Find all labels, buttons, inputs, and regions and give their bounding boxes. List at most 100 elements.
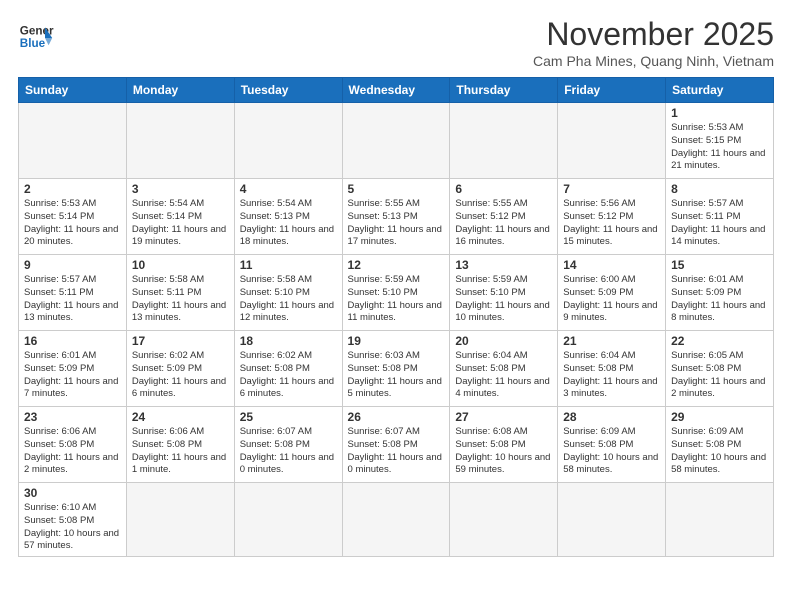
table-row: 20 Sunrise: 6:04 AM Sunset: 5:08 PM Dayli… bbox=[450, 331, 558, 407]
day-info: Sunrise: 5:57 AM Sunset: 5:11 PM Dayligh… bbox=[671, 198, 768, 249]
logo: General Blue bbox=[18, 20, 54, 56]
table-row bbox=[234, 103, 342, 179]
table-row bbox=[126, 483, 234, 557]
day-number: 27 bbox=[455, 410, 552, 424]
day-number: 3 bbox=[132, 182, 229, 196]
table-row: 19 Sunrise: 6:03 AM Sunset: 5:08 PM Dayli… bbox=[342, 331, 450, 407]
day-info: Sunrise: 5:55 AM Sunset: 5:13 PM Dayligh… bbox=[348, 198, 445, 249]
table-row: 12Sunrise: 5:59 AM Sunset: 5:10 PM Dayli… bbox=[342, 255, 450, 331]
day-number: 12 bbox=[348, 258, 445, 272]
day-number: 26 bbox=[348, 410, 445, 424]
header-row: Sunday Monday Tuesday Wednesday Thursday… bbox=[19, 78, 774, 103]
table-row: 22 Sunrise: 6:05 AM Sunset: 5:08 PM Dayli… bbox=[666, 331, 774, 407]
table-row: 28 Sunrise: 6:09 AM Sunset: 5:08 PM Dayli… bbox=[558, 407, 666, 483]
day-info: Sunrise: 5:57 AM Sunset: 5:11 PM Dayligh… bbox=[24, 274, 121, 325]
day-number: 15 bbox=[671, 258, 768, 272]
table-row bbox=[450, 103, 558, 179]
table-row: 25Sunrise: 6:07 AM Sunset: 5:08 PM Dayli… bbox=[234, 407, 342, 483]
day-number: 16 bbox=[24, 334, 121, 348]
table-row: 8 Sunrise: 5:57 AM Sunset: 5:11 PM Daylig… bbox=[666, 179, 774, 255]
day-info: Sunrise: 5:56 AM Sunset: 5:12 PM Dayligh… bbox=[563, 198, 660, 249]
logo-icon: General Blue bbox=[18, 20, 54, 56]
col-wednesday: Wednesday bbox=[342, 78, 450, 103]
svg-text:Blue: Blue bbox=[20, 37, 46, 50]
month-title: November 2025 bbox=[533, 16, 774, 53]
day-number: 22 bbox=[671, 334, 768, 348]
day-number: 11 bbox=[240, 258, 337, 272]
day-number: 5 bbox=[348, 182, 445, 196]
table-row bbox=[234, 483, 342, 557]
col-tuesday: Tuesday bbox=[234, 78, 342, 103]
col-saturday: Saturday bbox=[666, 78, 774, 103]
day-info: Sunrise: 6:00 AM Sunset: 5:09 PM Dayligh… bbox=[563, 274, 660, 325]
title-section: November 2025 Cam Pha Mines, Quang Ninh,… bbox=[533, 16, 774, 69]
table-row: 29 Sunrise: 6:09 AM Sunset: 5:08 PM Dayli… bbox=[666, 407, 774, 483]
day-info: Sunrise: 5:59 AM Sunset: 5:10 PM Dayligh… bbox=[455, 274, 552, 325]
subtitle: Cam Pha Mines, Quang Ninh, Vietnam bbox=[533, 53, 774, 69]
day-number: 25 bbox=[240, 410, 337, 424]
table-row: 23 Sunrise: 6:06 AM Sunset: 5:08 PM Dayli… bbox=[19, 407, 127, 483]
day-number: 23 bbox=[24, 410, 121, 424]
table-row: 15Sunrise: 6:01 AM Sunset: 5:09 PM Dayli… bbox=[666, 255, 774, 331]
table-row: 6Sunrise: 5:55 AM Sunset: 5:12 PM Daylig… bbox=[450, 179, 558, 255]
day-number: 4 bbox=[240, 182, 337, 196]
table-row: 30Sunrise: 6:10 AM Sunset: 5:08 PM Dayli… bbox=[19, 483, 127, 557]
day-number: 6 bbox=[455, 182, 552, 196]
col-sunday: Sunday bbox=[19, 78, 127, 103]
day-info: Sunrise: 6:01 AM Sunset: 5:09 PM Dayligh… bbox=[24, 350, 121, 401]
day-number: 18 bbox=[240, 334, 337, 348]
table-row: 17Sunrise: 6:02 AM Sunset: 5:09 PM Dayli… bbox=[126, 331, 234, 407]
table-row bbox=[19, 103, 127, 179]
day-info: Sunrise: 5:54 AM Sunset: 5:13 PM Dayligh… bbox=[240, 198, 337, 249]
table-row: 16 Sunrise: 6:01 AM Sunset: 5:09 PM Dayli… bbox=[19, 331, 127, 407]
table-row: 14Sunrise: 6:00 AM Sunset: 5:09 PM Dayli… bbox=[558, 255, 666, 331]
page: General Blue November 2025 Cam Pha Mines… bbox=[0, 0, 792, 567]
day-info: Sunrise: 6:04 AM Sunset: 5:08 PM Dayligh… bbox=[563, 350, 660, 401]
col-friday: Friday bbox=[558, 78, 666, 103]
table-row: 26Sunrise: 6:07 AM Sunset: 5:08 PM Dayli… bbox=[342, 407, 450, 483]
table-row bbox=[450, 483, 558, 557]
day-info: Sunrise: 5:53 AM Sunset: 5:15 PM Dayligh… bbox=[671, 122, 768, 173]
table-row: 3Sunrise: 5:54 AM Sunset: 5:14 PM Daylig… bbox=[126, 179, 234, 255]
table-row: 1 Sunrise: 5:53 AM Sunset: 5:15 PM Daylig… bbox=[666, 103, 774, 179]
day-number: 7 bbox=[563, 182, 660, 196]
day-info: Sunrise: 6:02 AM Sunset: 5:08 PM Dayligh… bbox=[240, 350, 337, 401]
day-number: 20 bbox=[455, 334, 552, 348]
day-number: 9 bbox=[24, 258, 121, 272]
table-row: 9 Sunrise: 5:57 AM Sunset: 5:11 PM Daylig… bbox=[19, 255, 127, 331]
table-row bbox=[558, 483, 666, 557]
day-info: Sunrise: 6:03 AM Sunset: 5:08 PM Dayligh… bbox=[348, 350, 445, 401]
table-row: 7 Sunrise: 5:56 AM Sunset: 5:12 PM Daylig… bbox=[558, 179, 666, 255]
table-row: 21 Sunrise: 6:04 AM Sunset: 5:08 PM Dayli… bbox=[558, 331, 666, 407]
day-number: 19 bbox=[348, 334, 445, 348]
day-number: 28 bbox=[563, 410, 660, 424]
day-number: 8 bbox=[671, 182, 768, 196]
table-row: 10 Sunrise: 5:58 AM Sunset: 5:11 PM Dayli… bbox=[126, 255, 234, 331]
table-row: 2 Sunrise: 5:53 AM Sunset: 5:14 PM Daylig… bbox=[19, 179, 127, 255]
day-info: Sunrise: 5:58 AM Sunset: 5:10 PM Dayligh… bbox=[240, 274, 337, 325]
table-row: 11 Sunrise: 5:58 AM Sunset: 5:10 PM Dayli… bbox=[234, 255, 342, 331]
table-row: 18 Sunrise: 6:02 AM Sunset: 5:08 PM Dayli… bbox=[234, 331, 342, 407]
day-info: Sunrise: 6:06 AM Sunset: 5:08 PM Dayligh… bbox=[24, 426, 121, 477]
table-row bbox=[558, 103, 666, 179]
table-row: 13 Sunrise: 5:59 AM Sunset: 5:10 PM Dayli… bbox=[450, 255, 558, 331]
day-number: 21 bbox=[563, 334, 660, 348]
day-info: Sunrise: 6:06 AM Sunset: 5:08 PM Dayligh… bbox=[132, 426, 229, 477]
table-row: 4 Sunrise: 5:54 AM Sunset: 5:13 PM Daylig… bbox=[234, 179, 342, 255]
day-number: 29 bbox=[671, 410, 768, 424]
day-number: 30 bbox=[24, 486, 121, 500]
day-number: 1 bbox=[671, 106, 768, 120]
day-number: 10 bbox=[132, 258, 229, 272]
day-number: 24 bbox=[132, 410, 229, 424]
day-info: Sunrise: 6:09 AM Sunset: 5:08 PM Dayligh… bbox=[563, 426, 660, 477]
day-info: Sunrise: 6:04 AM Sunset: 5:08 PM Dayligh… bbox=[455, 350, 552, 401]
table-row bbox=[126, 103, 234, 179]
table-row: 27Sunrise: 6:08 AM Sunset: 5:08 PM Dayli… bbox=[450, 407, 558, 483]
day-number: 2 bbox=[24, 182, 121, 196]
day-info: Sunrise: 6:05 AM Sunset: 5:08 PM Dayligh… bbox=[671, 350, 768, 401]
table-row: 24 Sunrise: 6:06 AM Sunset: 5:08 PM Dayli… bbox=[126, 407, 234, 483]
day-info: Sunrise: 6:09 AM Sunset: 5:08 PM Dayligh… bbox=[671, 426, 768, 477]
day-info: Sunrise: 5:53 AM Sunset: 5:14 PM Dayligh… bbox=[24, 198, 121, 249]
day-info: Sunrise: 5:58 AM Sunset: 5:11 PM Dayligh… bbox=[132, 274, 229, 325]
day-number: 13 bbox=[455, 258, 552, 272]
